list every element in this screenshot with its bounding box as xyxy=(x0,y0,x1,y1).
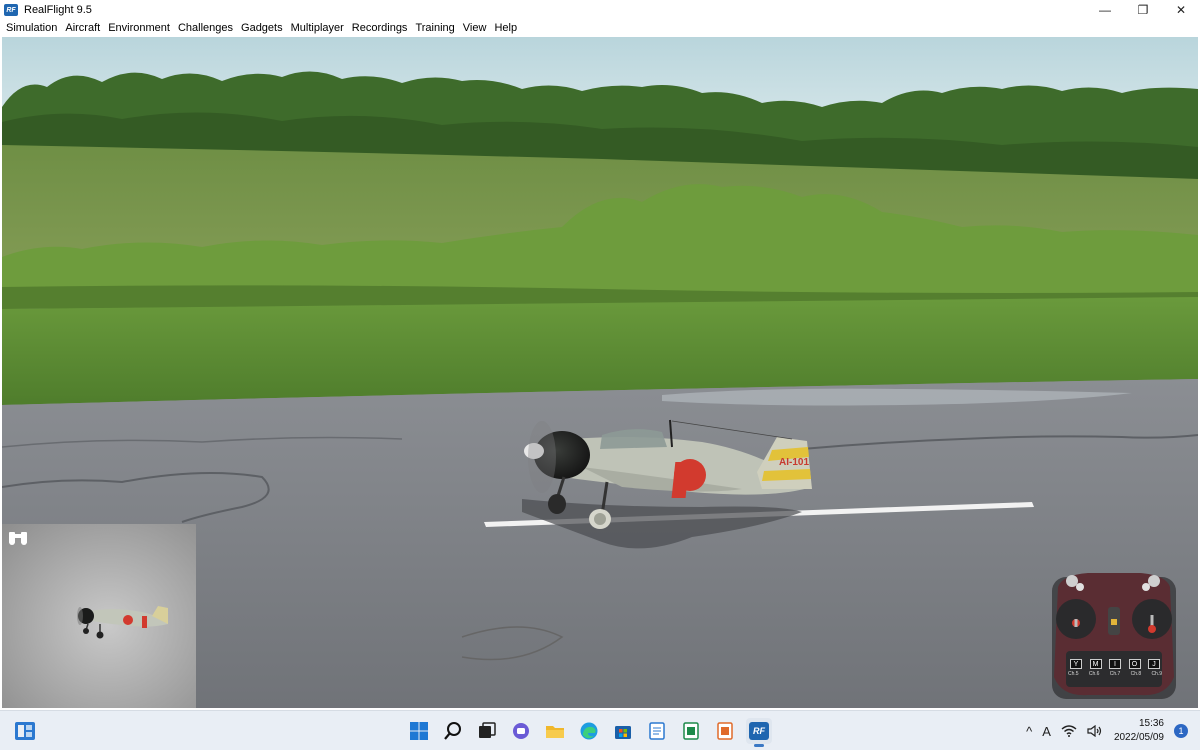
title-bar: RF RealFlight 9.5 — ❐ ✕ xyxy=(0,0,1200,20)
task-view-icon xyxy=(479,722,496,738)
system-tray: ^ A 15:36 2022/05/09 1 xyxy=(1021,711,1200,751)
store-icon xyxy=(615,726,631,739)
edge-icon xyxy=(580,722,598,740)
transmitter-key-o[interactable]: O xyxy=(1128,659,1141,669)
windows-icon xyxy=(410,722,428,740)
spreadsheet-icon xyxy=(683,722,699,740)
channel-label: Ch.8 xyxy=(1130,671,1142,677)
edge-button[interactable] xyxy=(576,718,602,744)
widgets-icon[interactable] xyxy=(14,721,36,741)
virtual-transmitter[interactable]: Y M I O J Ch.5 Ch.6 Ch.7 Ch.8 Ch.9 xyxy=(1048,567,1180,701)
search-icon xyxy=(444,722,461,740)
menu-view[interactable]: View xyxy=(459,20,491,37)
taskbar: RF ^ A 15:36 2022/05/09 1 xyxy=(0,710,1200,750)
chat-button[interactable] xyxy=(508,718,534,744)
ime-indicator[interactable]: A xyxy=(1042,724,1051,739)
menu-help[interactable]: Help xyxy=(490,20,521,37)
menu-challenges[interactable]: Challenges xyxy=(174,20,237,37)
menu-training[interactable]: Training xyxy=(411,20,458,37)
menu-environment[interactable]: Environment xyxy=(104,20,174,37)
document-icon xyxy=(717,722,733,740)
realflight-icon: RF xyxy=(749,722,769,740)
chat-icon xyxy=(513,723,529,739)
tail-code: AI-101 xyxy=(779,457,809,468)
minimize-button[interactable]: — xyxy=(1086,0,1124,20)
menu-bar: Simulation Aircraft Environment Challeng… xyxy=(0,20,1200,37)
task-view-button[interactable] xyxy=(474,718,500,744)
menu-multiplayer[interactable]: Multiplayer xyxy=(287,20,348,37)
transmitter-icon xyxy=(1052,573,1176,699)
speaker-icon[interactable] xyxy=(1087,725,1103,737)
realflight-button[interactable]: RF xyxy=(746,718,772,747)
menu-simulation[interactable]: Simulation xyxy=(2,20,61,37)
menu-gadgets[interactable]: Gadgets xyxy=(237,20,287,37)
notepad-icon xyxy=(649,722,665,740)
taskbar-apps: RF xyxy=(406,718,772,747)
excel-button[interactable] xyxy=(678,718,704,744)
clock[interactable]: 15:36 2022/05/09 xyxy=(1114,717,1164,745)
folder-icon xyxy=(546,726,564,738)
search-button[interactable] xyxy=(440,718,466,744)
transmitter-key-j[interactable]: J xyxy=(1148,659,1160,669)
store-button[interactable] xyxy=(610,718,636,744)
close-button[interactable]: ✕ xyxy=(1162,0,1200,20)
maximize-button[interactable]: ❐ xyxy=(1124,0,1162,20)
clock-time: 15:36 xyxy=(1138,718,1164,729)
transmitter-keys: Y M I O J xyxy=(1070,659,1160,669)
channel-label: Ch.9 xyxy=(1151,671,1162,677)
menu-recordings[interactable]: Recordings xyxy=(348,20,412,37)
inset-aircraft xyxy=(77,606,168,639)
chevron-up-icon[interactable]: ^ xyxy=(1026,724,1032,739)
window-title: RealFlight 9.5 xyxy=(24,4,92,16)
transmitter-key-m[interactable]: M xyxy=(1089,659,1102,669)
clock-date: 2022/05/09 xyxy=(1113,732,1164,743)
window-controls: — ❐ ✕ xyxy=(1086,0,1200,20)
wifi-icon[interactable] xyxy=(1061,725,1077,737)
file-explorer-button[interactable] xyxy=(542,718,568,744)
realflight-app-icon[interactable]: RF xyxy=(4,4,18,16)
channel-label: Ch.5 xyxy=(1068,671,1079,677)
transmitter-key-i[interactable]: I xyxy=(1109,659,1121,669)
start-button[interactable] xyxy=(406,718,432,744)
notification-badge[interactable]: 1 xyxy=(1174,724,1188,738)
menu-aircraft[interactable]: Aircraft xyxy=(61,20,104,37)
channel-label: Ch.6 xyxy=(1088,671,1100,677)
transmitter-key-y[interactable]: Y xyxy=(1070,659,1082,669)
notepad-button[interactable] xyxy=(644,718,670,744)
document-button[interactable] xyxy=(712,718,738,744)
channel-label: Ch.7 xyxy=(1109,671,1121,677)
transmitter-channels: Ch.5 Ch.6 Ch.7 Ch.8 Ch.9 xyxy=(1068,671,1162,677)
inset-camera-view[interactable] xyxy=(2,524,196,708)
